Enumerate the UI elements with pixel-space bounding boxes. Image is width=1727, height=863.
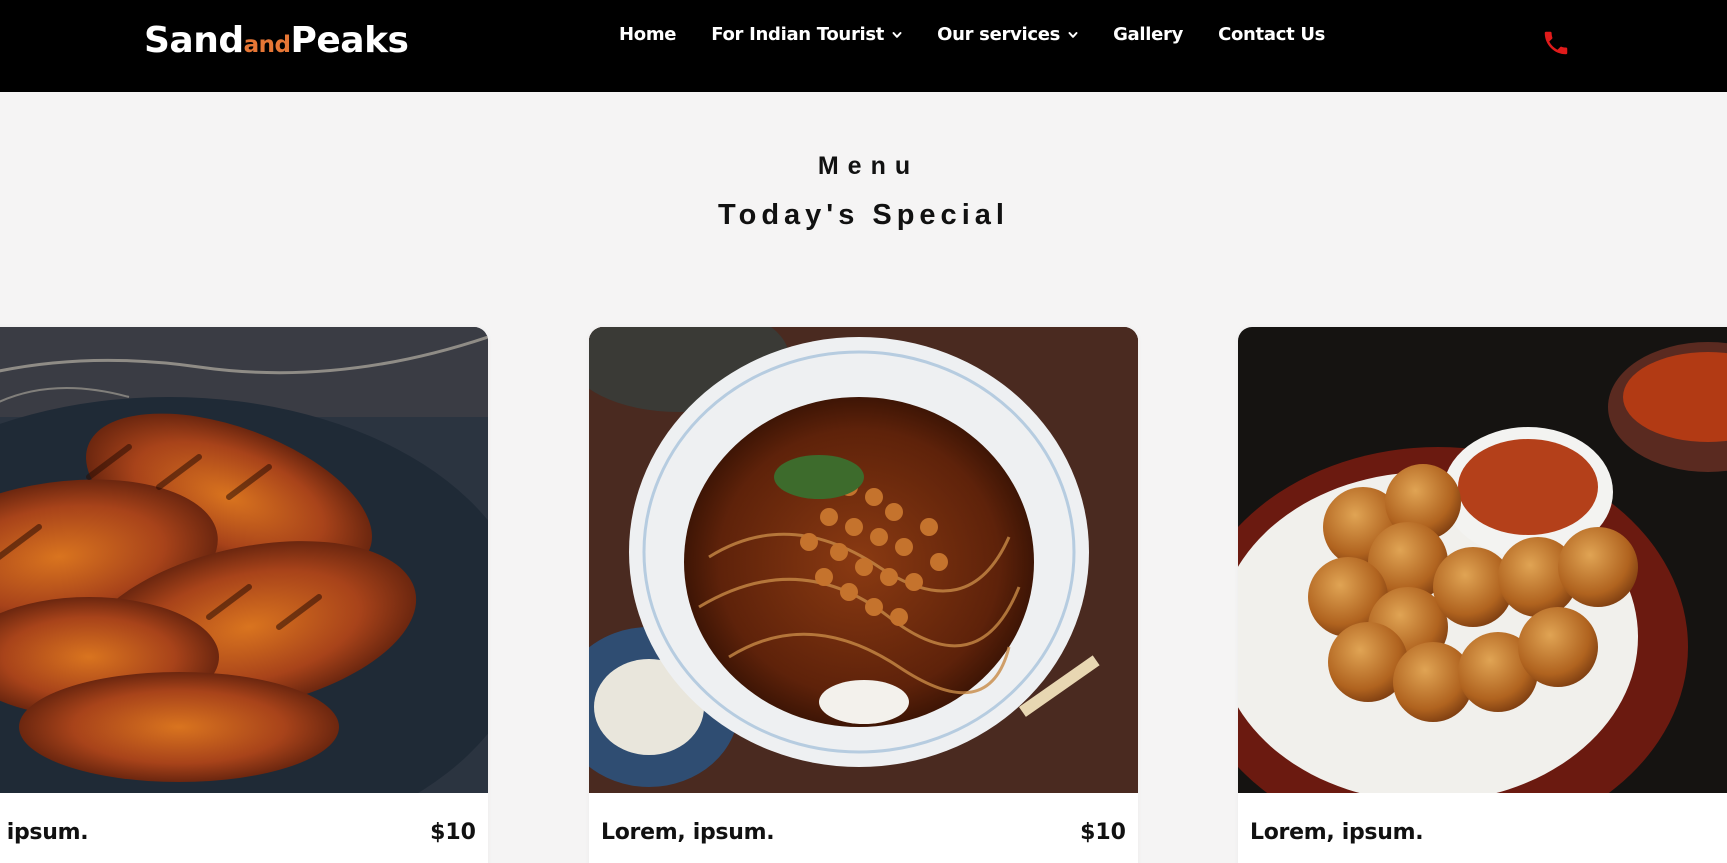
nav-gallery[interactable]: Gallery (1113, 24, 1183, 45)
nav-gallery-label: Gallery (1113, 24, 1184, 45)
menu-card-price: $10 (1080, 820, 1126, 845)
section-title: Today's Special (718, 199, 1009, 231)
nav-home[interactable]: Home (619, 24, 677, 45)
nav-contact-us-label: Contact Us (1218, 24, 1326, 45)
main-nav: Home For Indian Tourist Our services Gal… (619, 24, 1360, 45)
phone-icon[interactable] (1541, 28, 1571, 58)
menu-card[interactable]: Lorem, ipsum. (1238, 327, 1727, 863)
brand-and: and (243, 32, 291, 58)
menu-card[interactable]: Lorem, ipsum. $10 (589, 327, 1138, 863)
brand-logo[interactable]: SandandPeaks (144, 20, 409, 61)
menu-card-name: Lorem, ipsum. (1250, 820, 1424, 845)
chevron-down-icon (892, 31, 902, 38)
menu-card-name: Lorem, ipsum. (601, 820, 775, 845)
nav-for-indian-tourist[interactable]: For Indian Tourist (711, 24, 902, 45)
grilled-chicken-photo (0, 327, 488, 793)
nav-for-indian-tourist-label: For Indian Tourist (711, 24, 885, 45)
menu-card[interactable]: Lorem, ipsum. $10 (0, 327, 488, 863)
pav-bhaji-photo (1238, 327, 1727, 793)
brand-peaks: Peaks (290, 20, 409, 61)
chevron-down-icon (1068, 31, 1078, 38)
nav-our-services-label: Our services (937, 24, 1061, 45)
nav-our-services[interactable]: Our services (937, 24, 1078, 45)
brand-sand: Sand (144, 20, 244, 61)
section-eyebrow: Menu (817, 152, 920, 180)
nav-home-label: Home (619, 24, 677, 45)
menu-card-name: Lorem, ipsum. (0, 820, 89, 845)
nav-contact-us[interactable]: Contact Us (1218, 24, 1325, 45)
noodle-soup-photo (589, 327, 1138, 793)
navbar: SandandPeaks Home For Indian Tourist Our… (0, 0, 1727, 92)
menu-card-price: $10 (430, 820, 476, 845)
